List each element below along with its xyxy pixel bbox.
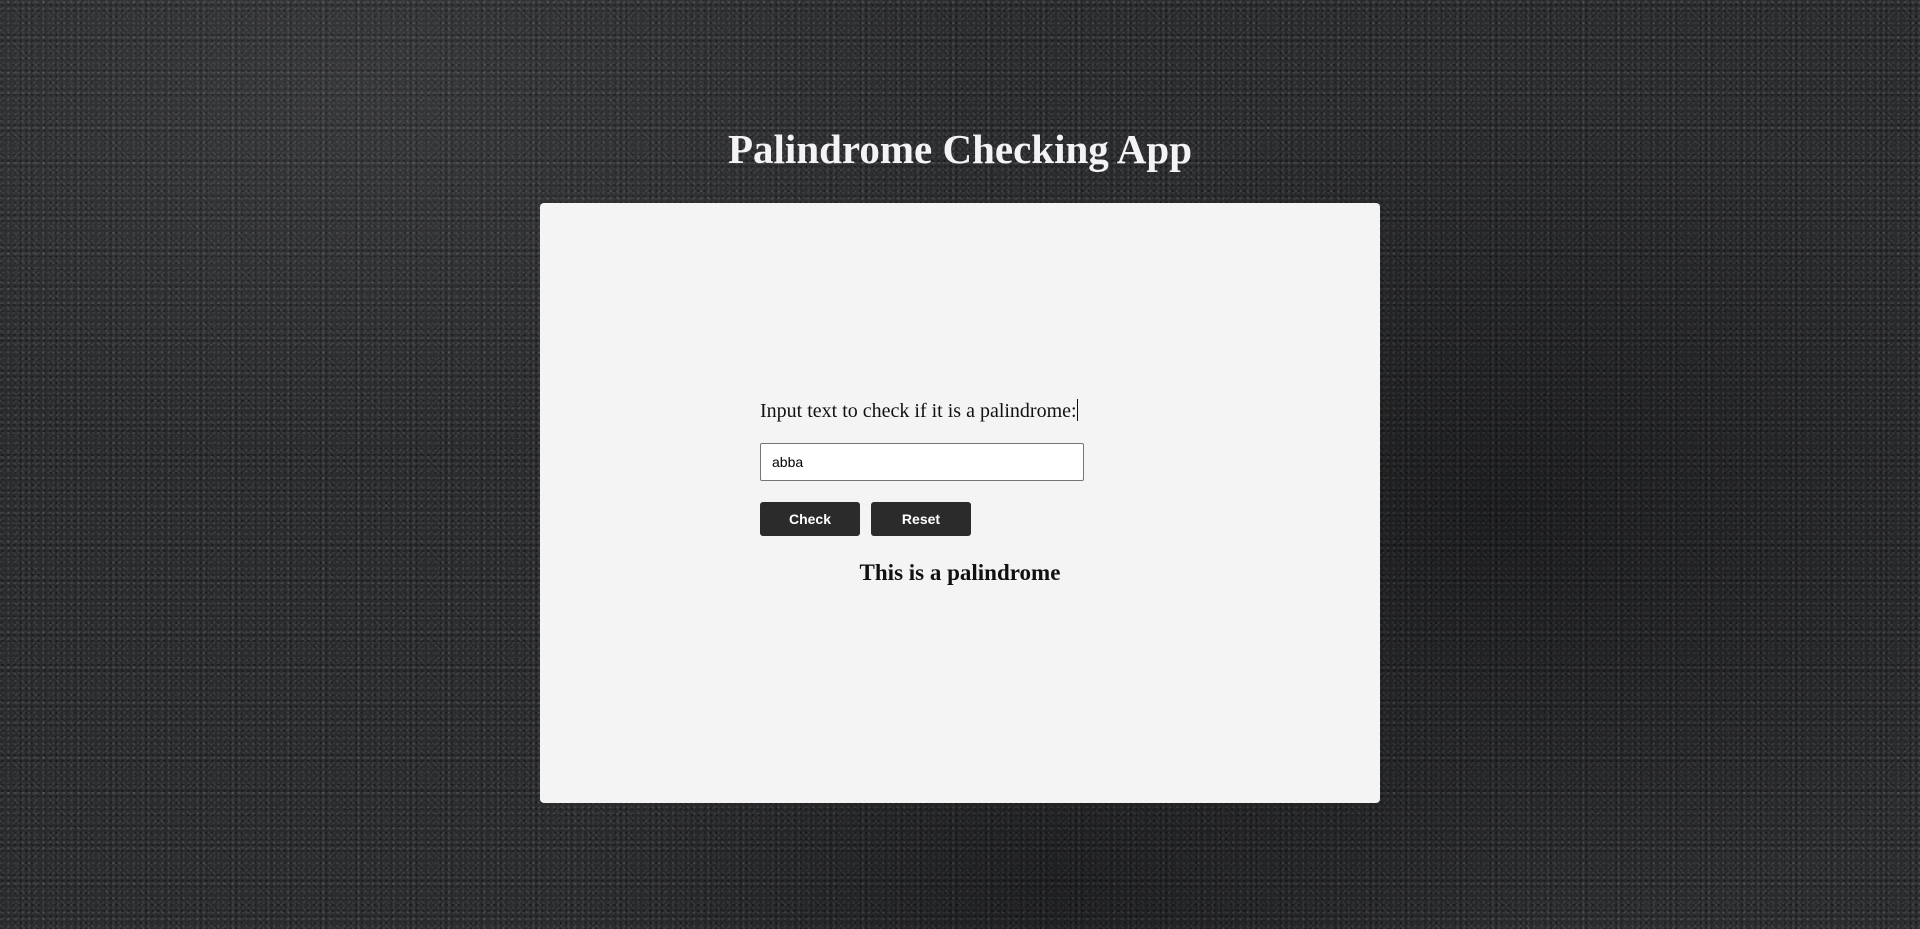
text-cursor — [1076, 399, 1078, 421]
palindrome-card: Input text to check if it is a palindrom… — [540, 203, 1380, 803]
input-prompt-text: Input text to check if it is a palindrom… — [760, 400, 1077, 422]
result-message: This is a palindrome — [859, 560, 1061, 585]
reset-button[interactable]: Reset — [871, 502, 971, 536]
button-row: Check Reset — [760, 502, 1160, 536]
input-prompt-label: Input text to check if it is a palindrom… — [760, 399, 1160, 423]
page-title: Palindrome Checking App — [728, 126, 1192, 172]
palindrome-text-input[interactable]: abba — [760, 443, 1084, 481]
check-button[interactable]: Check — [760, 502, 860, 536]
palindrome-form: Input text to check if it is a palindrom… — [760, 399, 1160, 536]
palindrome-input-value: abba — [772, 454, 804, 470]
